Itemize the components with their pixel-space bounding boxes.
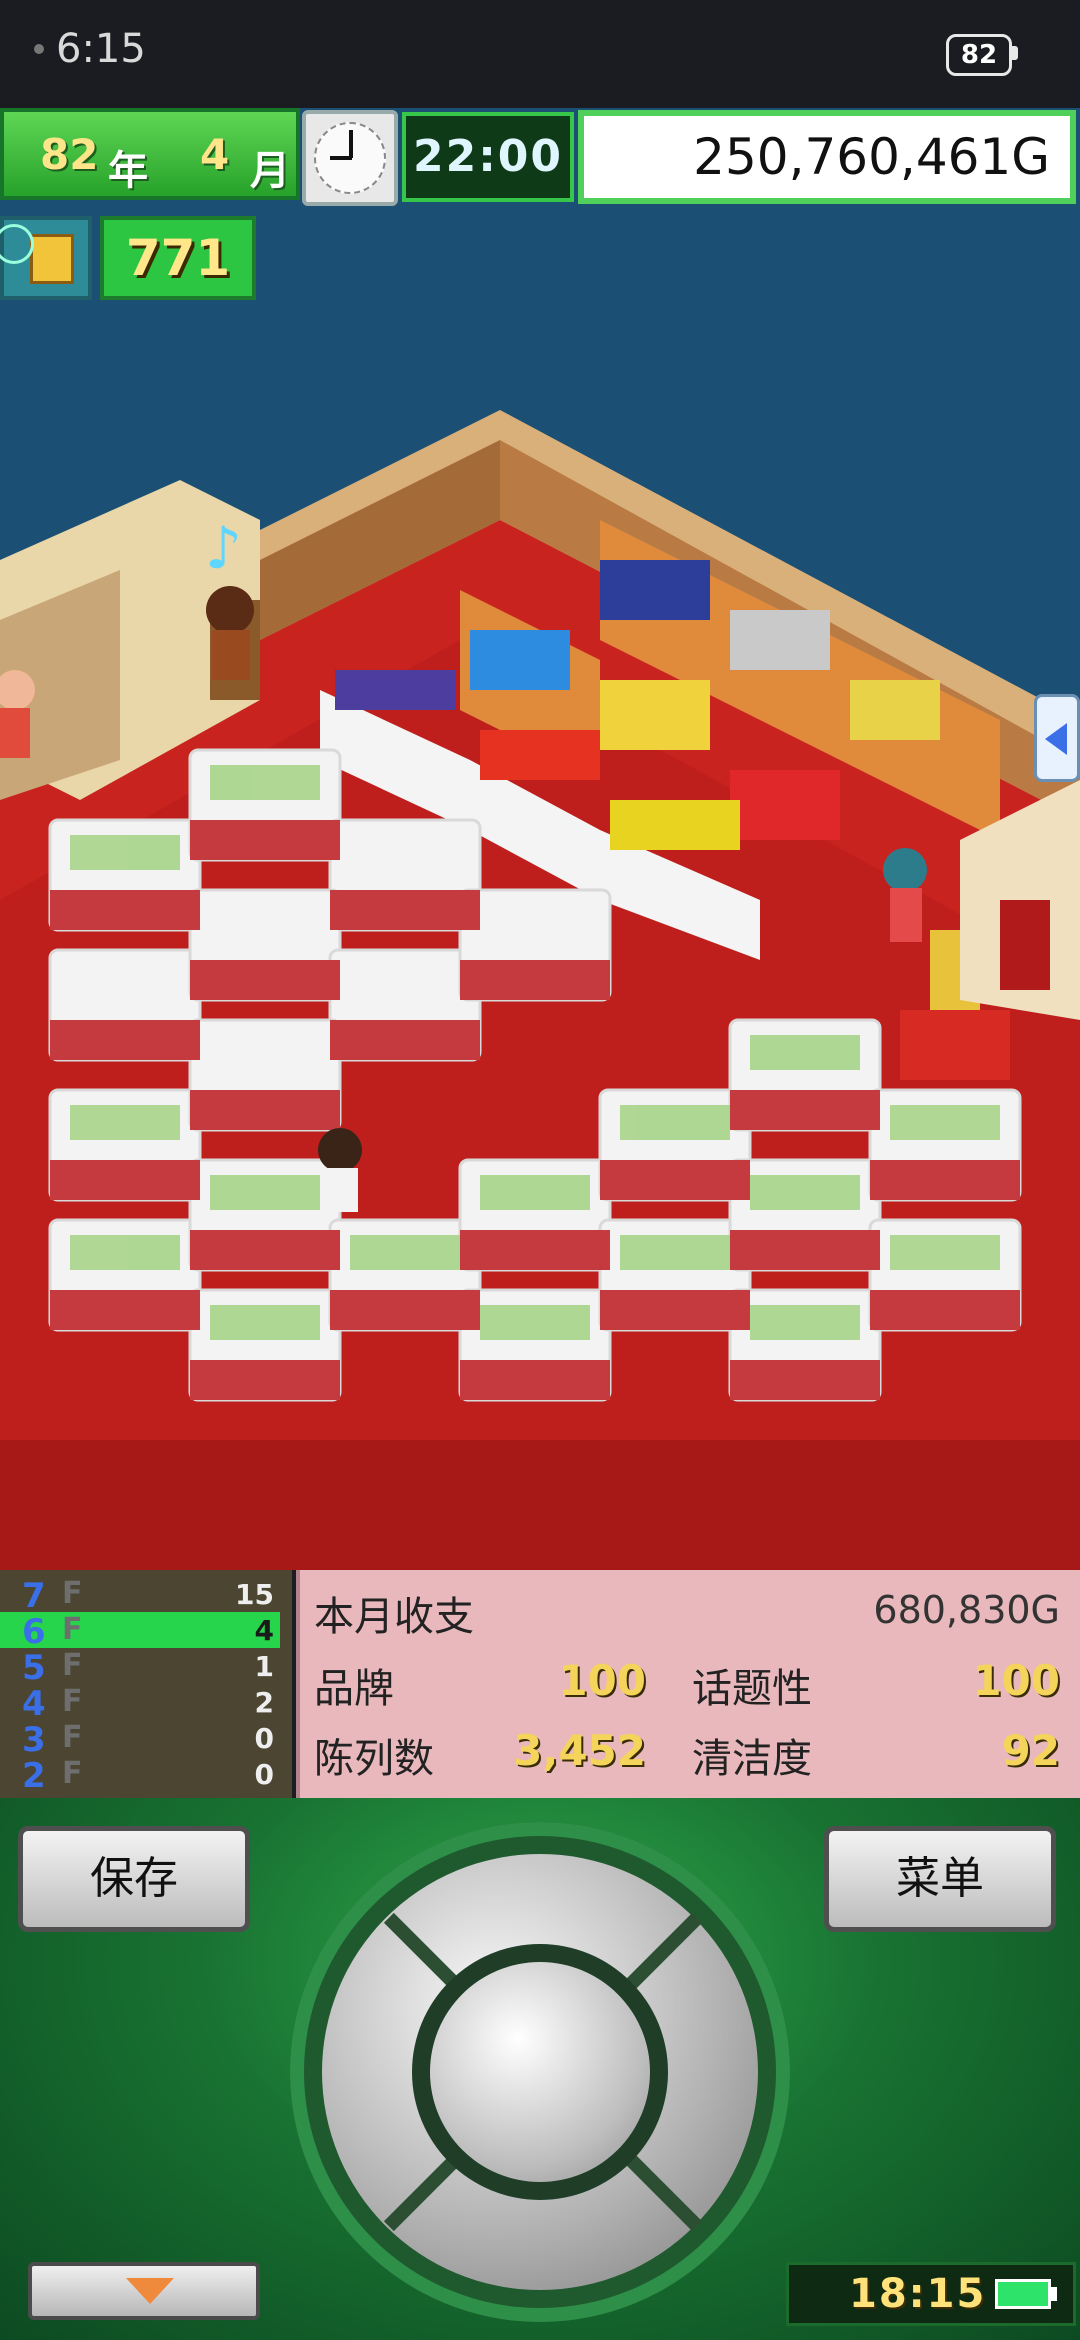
points-value: 771 (100, 216, 256, 300)
battery-tip (1051, 2287, 1057, 2301)
cleanliness-value: 92 (1001, 1726, 1060, 1775)
battery-icon: 82 (946, 34, 1012, 76)
floor-list: 7 F 15 6 F 4 5 F 1 4 F 2 3 F 0 2 F 0 (0, 1570, 292, 1798)
year-value: 82 (40, 130, 99, 179)
year-label: 年 (108, 148, 148, 194)
floor-suffix: F (62, 1648, 83, 1683)
brand-label: 品牌 (314, 1666, 394, 1712)
monthly-balance-label: 本月收支 (314, 1594, 474, 1640)
game-time: 22:00 (402, 112, 574, 202)
floor-item-2[interactable]: 2 F 0 (0, 1756, 280, 1796)
display-count-label: 陈列数 (314, 1736, 434, 1782)
floor-suffix: F (62, 1756, 83, 1791)
svg-text:♪: ♪ (205, 514, 242, 582)
date-display: 82 年 4 月 (0, 108, 300, 200)
topic-value: 100 (972, 1656, 1060, 1705)
monthly-balance-value: 680,830G (873, 1588, 1060, 1632)
floor-number: 3 (22, 1720, 46, 1760)
document-icon[interactable] (0, 216, 92, 300)
status-time: 6:15 (56, 26, 146, 72)
store-stats-panel: 本月收支 680,830G 品牌 100 话题性 100 陈列数 3,452 清… (296, 1570, 1080, 1798)
display-count-value: 3,452 (513, 1726, 646, 1775)
floor-suffix: F (62, 1576, 83, 1611)
floor-count: 2 (254, 1686, 274, 1719)
down-arrow-icon[interactable] (28, 2262, 260, 2320)
topic-label: 话题性 (692, 1666, 812, 1712)
month-label: 月 (250, 148, 290, 194)
floor-item-5[interactable]: 5 F 1 (0, 1648, 280, 1688)
floor-count: 0 (254, 1758, 274, 1791)
floor-number: 7 (22, 1576, 46, 1616)
floor-item-4[interactable]: 4 F 2 (0, 1684, 280, 1724)
floor-number: 5 (22, 1648, 46, 1688)
floor-number: 2 (22, 1756, 46, 1796)
digital-clock: 18:15 (786, 2262, 1076, 2326)
floor-suffix: F (62, 1684, 83, 1719)
floor-count: 15 (235, 1578, 274, 1611)
analog-clock-icon (302, 110, 398, 206)
floor-count: 1 (254, 1650, 274, 1683)
cleanliness-label: 清洁度 (692, 1736, 812, 1782)
notification-dot (34, 44, 44, 54)
floor-item-6[interactable]: 6 F 4 (0, 1612, 280, 1652)
money-display: 250,760,461G (578, 110, 1076, 204)
month-value: 4 (200, 130, 230, 179)
floor-item-3[interactable]: 3 F 0 (0, 1720, 280, 1760)
dpad-center-button[interactable] (430, 1962, 650, 2182)
floor-suffix: F (62, 1720, 83, 1755)
brand-value: 100 (558, 1656, 646, 1705)
floor-number: 4 (22, 1684, 46, 1724)
battery-icon (995, 2279, 1051, 2309)
menu-button[interactable]: 菜单 (824, 1826, 1056, 1932)
floor-number: 6 (22, 1612, 46, 1652)
floor-item-7[interactable]: 7 F 15 (0, 1576, 280, 1616)
left-arrow-icon[interactable] (1034, 694, 1080, 782)
system-status-bar: 6:15 82 (0, 0, 1080, 108)
floor-count: 0 (254, 1722, 274, 1755)
store-floor-illustration[interactable]: ♪ (0, 108, 1080, 1570)
digital-clock-time: 18:15 (849, 2271, 987, 2317)
game-scene[interactable]: ♪ (0, 108, 1080, 1570)
save-button[interactable]: 保存 (18, 1826, 250, 1932)
floor-count: 4 (254, 1614, 274, 1647)
floor-suffix: F (62, 1612, 83, 1647)
battery-tip (1012, 46, 1018, 60)
